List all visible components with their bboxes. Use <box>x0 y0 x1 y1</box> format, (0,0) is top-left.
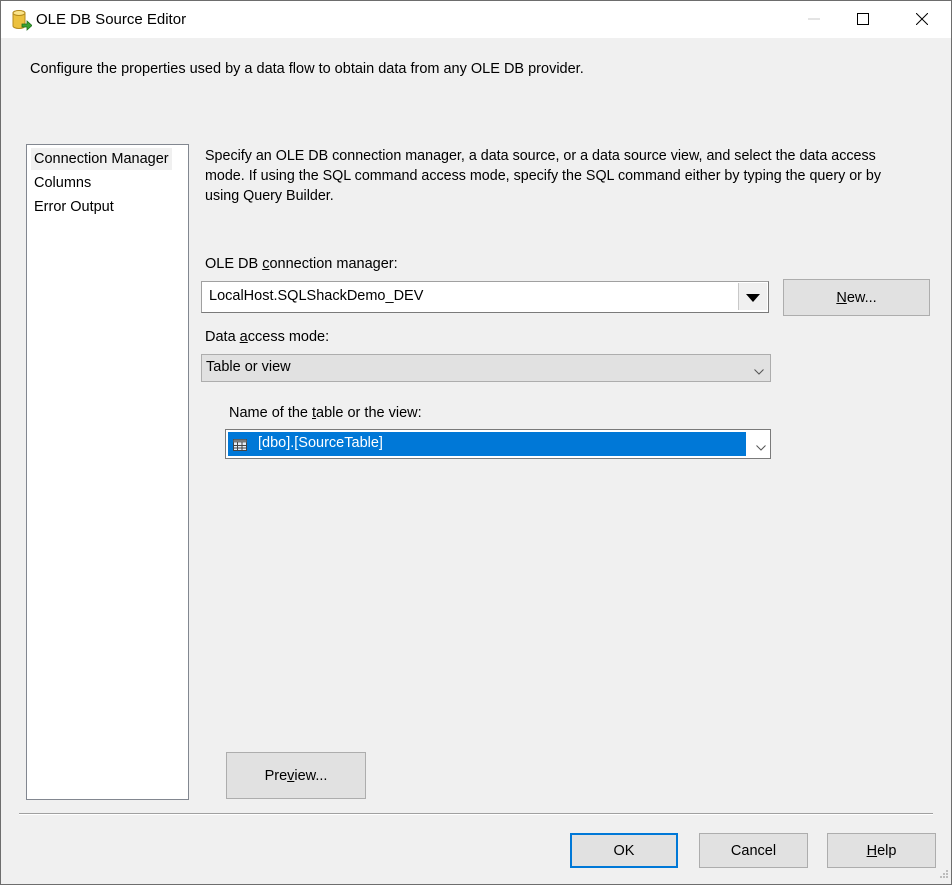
page-navigation-list[interactable]: Connection Manager Columns Error Output <box>26 144 189 800</box>
database-source-icon <box>12 9 33 31</box>
connection-manager-label: OLE DB connection manager: <box>205 256 398 272</box>
minimize-icon <box>808 12 820 28</box>
label-text: ew... <box>846 289 877 306</box>
connection-manager-combobox[interactable]: LocalHost.SQLShackDemo_DEV <box>201 281 769 313</box>
chevron-down-icon <box>754 362 764 378</box>
title-bar[interactable]: OLE DB Source Editor <box>1 1 951 38</box>
label-text: iew... <box>294 767 328 784</box>
data-access-mode-value: Table or view <box>206 359 291 375</box>
cancel-button-label: Cancel <box>730 842 777 859</box>
minimize-button[interactable] <box>791 1 837 38</box>
connection-manager-value: LocalHost.SQLShackDemo_DEV <box>209 288 424 304</box>
new-button-label: New... <box>836 290 876 306</box>
table-name-combobox[interactable]: [dbo].[SourceTable] <box>225 429 771 459</box>
label-text: ccess mode: <box>247 329 330 345</box>
label-text: Name of the <box>229 405 313 421</box>
cancel-button[interactable]: Cancel <box>699 833 808 868</box>
ok-button[interactable]: OK <box>570 833 678 868</box>
accelerator: H <box>866 842 878 859</box>
label-text: Data <box>205 329 240 345</box>
nav-item-error-output[interactable]: Error Output <box>31 196 117 218</box>
accelerator: N <box>836 289 847 306</box>
dialog-description: Configure the properties used by a data … <box>30 61 584 77</box>
label-text: onnection manager: <box>269 256 398 272</box>
preview-button-label: Preview... <box>265 768 328 784</box>
maximize-icon <box>857 12 869 28</box>
nav-item-columns[interactable]: Columns <box>31 172 94 194</box>
footer-separator <box>19 813 933 815</box>
resize-grip-icon[interactable] <box>939 866 949 882</box>
close-button[interactable] <box>899 1 945 38</box>
label-text: elp <box>877 842 897 859</box>
close-icon <box>915 12 929 28</box>
label-accelerator: a <box>239 329 248 345</box>
selected-value-highlight: [dbo].[SourceTable] <box>228 432 746 456</box>
label-text: OLE DB <box>205 256 263 272</box>
new-connection-button[interactable]: New... <box>783 279 930 316</box>
connection-manager-dropdown-button[interactable] <box>738 283 767 310</box>
label-text: able or the view: <box>316 405 422 421</box>
help-button-label: Help <box>867 843 897 859</box>
table-name-label: Name of the table or the view: <box>229 405 422 421</box>
connection-manager-info-text: Specify an OLE DB connection manager, a … <box>205 148 881 204</box>
nav-item-connection-manager[interactable]: Connection Manager <box>31 148 172 170</box>
preview-button[interactable]: Preview... <box>226 752 366 799</box>
maximize-button[interactable] <box>840 1 886 38</box>
data-access-mode-select[interactable]: Table or view <box>201 354 771 382</box>
ok-button-label: OK <box>613 842 635 859</box>
table-name-value: [dbo].[SourceTable] <box>258 435 383 451</box>
window-title: OLE DB Source Editor <box>36 11 187 28</box>
ole-db-source-editor-dialog: OLE DB Source Editor Configure the prope… <box>0 0 952 885</box>
help-button[interactable]: Help <box>827 833 936 868</box>
data-access-mode-label: Data access mode: <box>205 329 329 345</box>
triangle-down-icon <box>746 289 760 305</box>
chevron-down-icon[interactable] <box>756 438 766 454</box>
label-text: Pre <box>264 767 288 784</box>
table-icon <box>233 438 247 454</box>
